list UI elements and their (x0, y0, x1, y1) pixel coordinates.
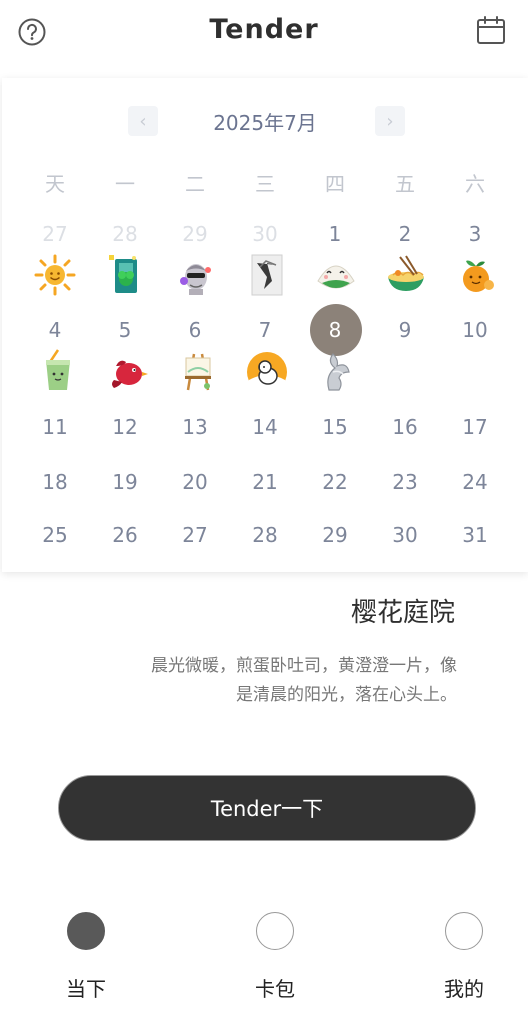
calendar-card: ‹ 2025年7月 › 天 一 二 三 四 五 六 27 28 29 30 1 … (2, 78, 528, 572)
tab-label: 卡包 (255, 977, 295, 1001)
app-title: Tender (209, 14, 319, 45)
calendar-day[interactable]: 23 (370, 470, 440, 494)
chevron-right-icon: › (386, 110, 394, 132)
calendar-day[interactable]: 29 (300, 523, 370, 547)
calendar-day[interactable]: 17 (440, 415, 510, 439)
calendar-day[interactable]: 3 (440, 222, 510, 246)
calendar-day[interactable]: 19 (90, 470, 160, 494)
calendar-day[interactable]: 9 (370, 318, 440, 342)
weekday-sun: 天 (45, 172, 65, 196)
weekday-wed: 三 (255, 172, 275, 196)
dumpling-sticker[interactable] (314, 253, 358, 297)
calendar-day[interactable]: 13 (160, 415, 230, 439)
calendar-day[interactable]: 12 (90, 415, 160, 439)
noodle-bowl-sticker[interactable] (384, 253, 428, 297)
weekday-tue: 二 (185, 172, 205, 196)
calendar-day[interactable]: 5 (90, 318, 160, 342)
calendar-day[interactable]: 11 (20, 415, 90, 439)
calendar-day[interactable]: 22 (300, 470, 370, 494)
sketch-card-sticker[interactable] (245, 253, 289, 297)
calendar-day-selected[interactable]: 8 (300, 318, 370, 342)
easel-sticker[interactable] (176, 348, 220, 392)
statue-sticker[interactable] (174, 255, 218, 299)
calendar-day[interactable]: 20 (160, 470, 230, 494)
tab-mine-dot-icon (445, 912, 483, 950)
app-header: Tender (0, 0, 528, 64)
calendar-day[interactable]: 1 (300, 222, 370, 246)
calendar-day[interactable]: 29 (160, 222, 230, 246)
calendar-day[interactable]: 21 (230, 470, 300, 494)
month-navigation: ‹ 2025年7月 › (2, 104, 528, 136)
calendar-day[interactable]: 27 (160, 523, 230, 547)
drink-cup-sticker[interactable] (36, 348, 80, 392)
calendar-day[interactable]: 30 (370, 523, 440, 547)
calendar-day[interactable]: 27 (20, 222, 90, 246)
calendar-day[interactable]: 24 (440, 470, 510, 494)
tab-now[interactable]: 当下 (46, 912, 126, 1002)
calendar-icon[interactable] (475, 15, 507, 47)
calendar-day[interactable]: 6 (160, 318, 230, 342)
calendar-day[interactable]: 28 (90, 222, 160, 246)
tab-label: 我的 (444, 977, 484, 1001)
tab-card-wallet[interactable]: 卡包 (235, 912, 315, 1002)
calendar-day[interactable]: 2 (370, 222, 440, 246)
tab-mine[interactable]: 我的 (424, 912, 504, 1002)
orange-sticker[interactable] (454, 253, 498, 297)
weekday-sat: 六 (465, 172, 485, 196)
next-month-button[interactable]: › (375, 106, 405, 136)
dog-badge-sticker[interactable] (245, 350, 289, 394)
weekday-fri: 五 (395, 172, 415, 196)
calendar-day[interactable]: 25 (20, 523, 90, 547)
tab-label: 当下 (66, 977, 106, 1001)
month-title: 2025年7月 (213, 111, 317, 135)
description-line: 是清晨的阳光，落在心头上。 (236, 685, 457, 705)
tab-card-wallet-dot-icon (256, 912, 294, 950)
tab-now-dot-icon (67, 912, 105, 950)
place-name: 樱花庭院 (350, 598, 455, 628)
calendar-day[interactable]: 26 (90, 523, 160, 547)
calendar-day[interactable]: 18 (20, 470, 90, 494)
calendar-day[interactable]: 10 (440, 318, 510, 342)
tender-button[interactable]: Tender一下 (58, 775, 476, 841)
plant-card-sticker[interactable] (103, 251, 147, 295)
description-line: 晨光微暖，煎蛋卧吐司，黄澄澄一片，像 (151, 656, 457, 676)
calendar-day[interactable]: 4 (20, 318, 90, 342)
place-description: 晨光微暖，煎蛋卧吐司，黄澄澄一片，像 是清晨的阳光，落在心头上。 (85, 652, 457, 710)
calendar-day[interactable]: 31 (440, 523, 510, 547)
calendar-day[interactable]: 28 (230, 523, 300, 547)
calendar-day[interactable]: 14 (230, 415, 300, 439)
sun-sticker[interactable] (33, 253, 77, 297)
weekday-mon: 一 (115, 172, 135, 196)
weekday-thu: 四 (325, 172, 345, 196)
red-bird-sticker[interactable] (106, 350, 150, 394)
calendar-day[interactable]: 15 (300, 415, 370, 439)
silver-sculpture-sticker[interactable] (315, 350, 359, 394)
calendar-day[interactable]: 7 (230, 318, 300, 342)
calendar-day[interactable]: 30 (230, 222, 300, 246)
calendar-day[interactable]: 16 (370, 415, 440, 439)
